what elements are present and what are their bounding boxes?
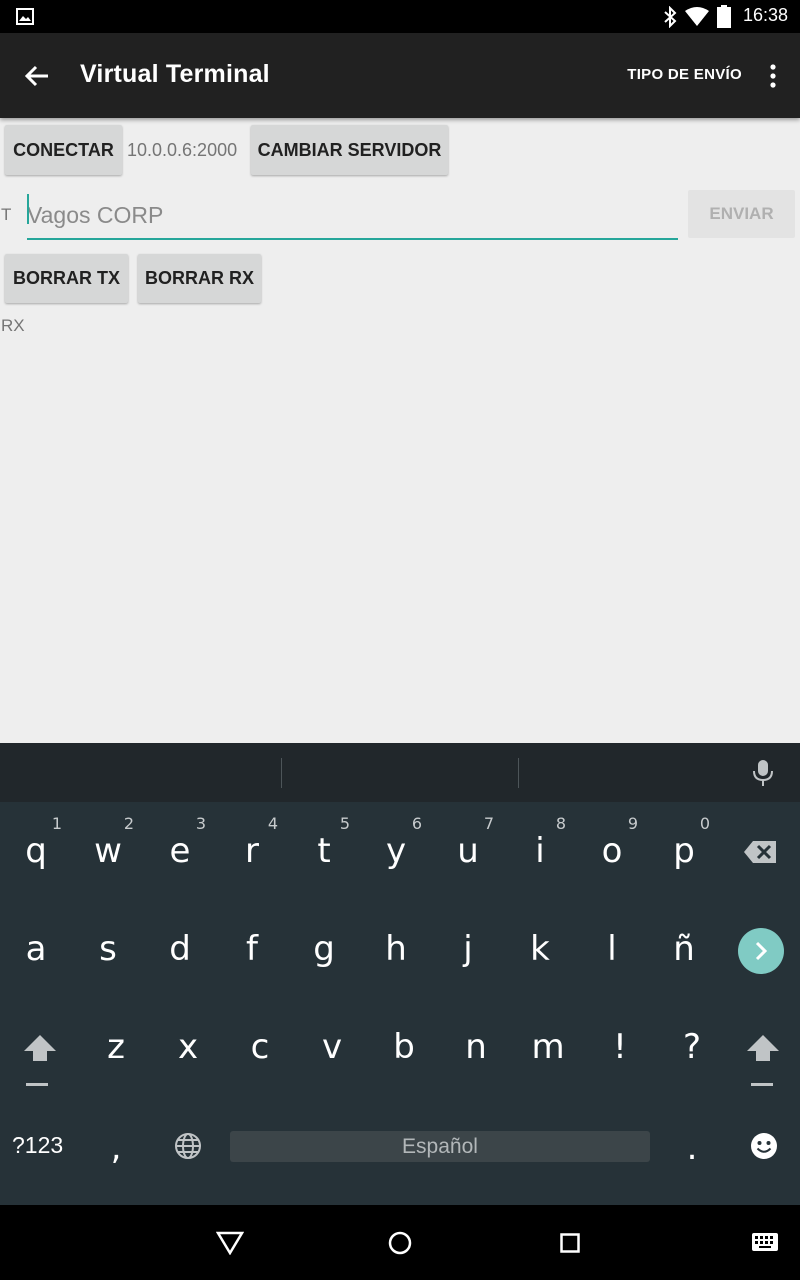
shift-icon[interactable] (746, 1033, 780, 1089)
key-v[interactable]: v (302, 1027, 362, 1067)
key-i[interactable]: i (510, 831, 570, 871)
key-q[interactable]: q (6, 831, 66, 871)
navigation-bar (0, 1205, 800, 1280)
space-bar[interactable]: Español (230, 1131, 650, 1162)
page-title: Virtual Terminal (80, 60, 270, 88)
clear-rx-button[interactable]: BORRAR RX (138, 254, 261, 303)
send-type-button[interactable]: TIPO DE ENVÍO (627, 66, 742, 83)
bluetooth-icon (664, 6, 677, 28)
server-address: 10.0.0.6:2000 (127, 140, 238, 160)
suggestion-divider (281, 758, 282, 788)
suggestion-strip (0, 743, 800, 802)
key-o[interactable]: o (582, 831, 642, 871)
key-x[interactable]: x (158, 1027, 218, 1067)
nav-home-icon[interactable] (388, 1231, 412, 1255)
change-server-button[interactable]: CAMBIAR SERVIDOR (251, 125, 448, 175)
key-c[interactable]: c (230, 1027, 290, 1067)
receive-area (0, 340, 800, 740)
shift-icon[interactable] (23, 1033, 57, 1089)
key-w[interactable]: w (78, 831, 138, 871)
key-t[interactable]: t (294, 831, 354, 871)
status-time: 16:38 (742, 5, 788, 25)
key-a[interactable]: a (6, 929, 66, 969)
key-p[interactable]: p (654, 831, 714, 871)
connect-button[interactable]: CONECTAR (5, 125, 122, 175)
battery-icon (717, 5, 731, 28)
key-b[interactable]: b (374, 1027, 434, 1067)
send-button[interactable]: ENVIAR (688, 190, 795, 238)
key-y[interactable]: y (366, 831, 426, 871)
key-n[interactable]: n (446, 1027, 506, 1067)
keyboard-switch-icon[interactable] (752, 1233, 778, 1251)
clear-tx-button[interactable]: BORRAR TX (5, 254, 128, 303)
key-d[interactable]: d (150, 929, 210, 969)
key-f[interactable]: f (222, 929, 282, 969)
key-u[interactable]: u (438, 831, 498, 871)
key-question[interactable]: ? (662, 1027, 722, 1067)
text-cursor (27, 194, 29, 224)
emoji-icon[interactable] (750, 1132, 778, 1160)
overflow-menu-icon[interactable] (768, 64, 778, 88)
key-r[interactable]: r (222, 831, 282, 871)
enter-next-icon[interactable] (737, 928, 785, 974)
microphone-icon[interactable] (752, 759, 774, 787)
nav-recents-icon[interactable] (560, 1233, 580, 1253)
suggestion-divider (518, 758, 519, 788)
key-comma[interactable]: , (86, 1128, 146, 1168)
key-j[interactable]: j (438, 929, 498, 969)
symbols-key[interactable]: ?123 (12, 1132, 63, 1159)
transmit-input[interactable] (27, 192, 678, 240)
key-g[interactable]: g (294, 929, 354, 969)
soft-keyboard: 1 2 3 4 5 6 7 8 9 0 q w e r t y u i o p … (0, 743, 800, 1205)
globe-icon[interactable] (174, 1132, 202, 1160)
nav-back-icon[interactable] (216, 1231, 244, 1255)
key-k[interactable]: k (510, 929, 570, 969)
key-m[interactable]: m (518, 1027, 578, 1067)
status-bar: 16:38 (0, 0, 800, 33)
key-n-tilde[interactable]: ñ (654, 929, 714, 969)
app-bar: Virtual Terminal TIPO DE ENVÍO (0, 33, 800, 118)
key-e[interactable]: e (150, 831, 210, 871)
backspace-icon[interactable] (743, 840, 777, 864)
key-h[interactable]: h (366, 929, 426, 969)
wifi-icon (685, 7, 709, 26)
transmit-label: T (1, 205, 12, 224)
back-arrow-icon[interactable] (22, 61, 52, 91)
key-l[interactable]: l (582, 929, 642, 969)
key-s[interactable]: s (78, 929, 138, 969)
key-exclamation[interactable]: ! (590, 1027, 650, 1067)
image-icon (16, 8, 34, 25)
receive-label: RX (1, 316, 25, 335)
key-z[interactable]: z (86, 1027, 146, 1067)
key-period[interactable]: . (662, 1128, 722, 1168)
